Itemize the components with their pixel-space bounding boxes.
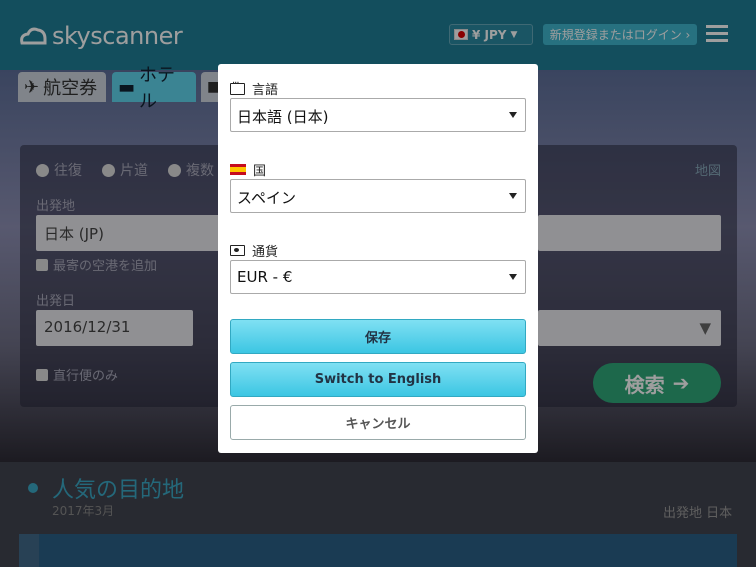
- regional-settings-modal: 言語 日本語 (日本) 国 スペイン 通貨 EUR - € 保存 Switch …: [218, 64, 538, 453]
- currency-section-label: 通貨: [230, 241, 278, 260]
- cancel-button[interactable]: キャンセル: [230, 405, 526, 440]
- currency-value: EUR - €: [237, 268, 293, 286]
- switch-to-english-button[interactable]: Switch to English: [230, 362, 526, 397]
- country-value: スペイン: [237, 189, 296, 207]
- speech-bubble-icon: [230, 78, 245, 95]
- spain-flag-icon: [230, 164, 246, 175]
- caret-down-icon: [509, 193, 517, 199]
- language-section-label: 言語: [230, 78, 279, 98]
- currency-select[interactable]: EUR - €: [230, 260, 526, 294]
- language-select[interactable]: 日本語 (日本): [230, 98, 526, 132]
- caret-down-icon: [509, 274, 517, 280]
- currency-section-text: 通貨: [252, 245, 279, 260]
- save-button[interactable]: 保存: [230, 319, 526, 354]
- banknote-icon: [230, 245, 245, 256]
- country-select[interactable]: スペイン: [230, 179, 526, 213]
- language-label: 言語: [252, 83, 279, 98]
- country-label: 国: [253, 164, 267, 179]
- language-value: 日本語 (日本): [237, 108, 329, 126]
- caret-down-icon: [509, 112, 517, 118]
- country-section-label: 国: [230, 160, 266, 179]
